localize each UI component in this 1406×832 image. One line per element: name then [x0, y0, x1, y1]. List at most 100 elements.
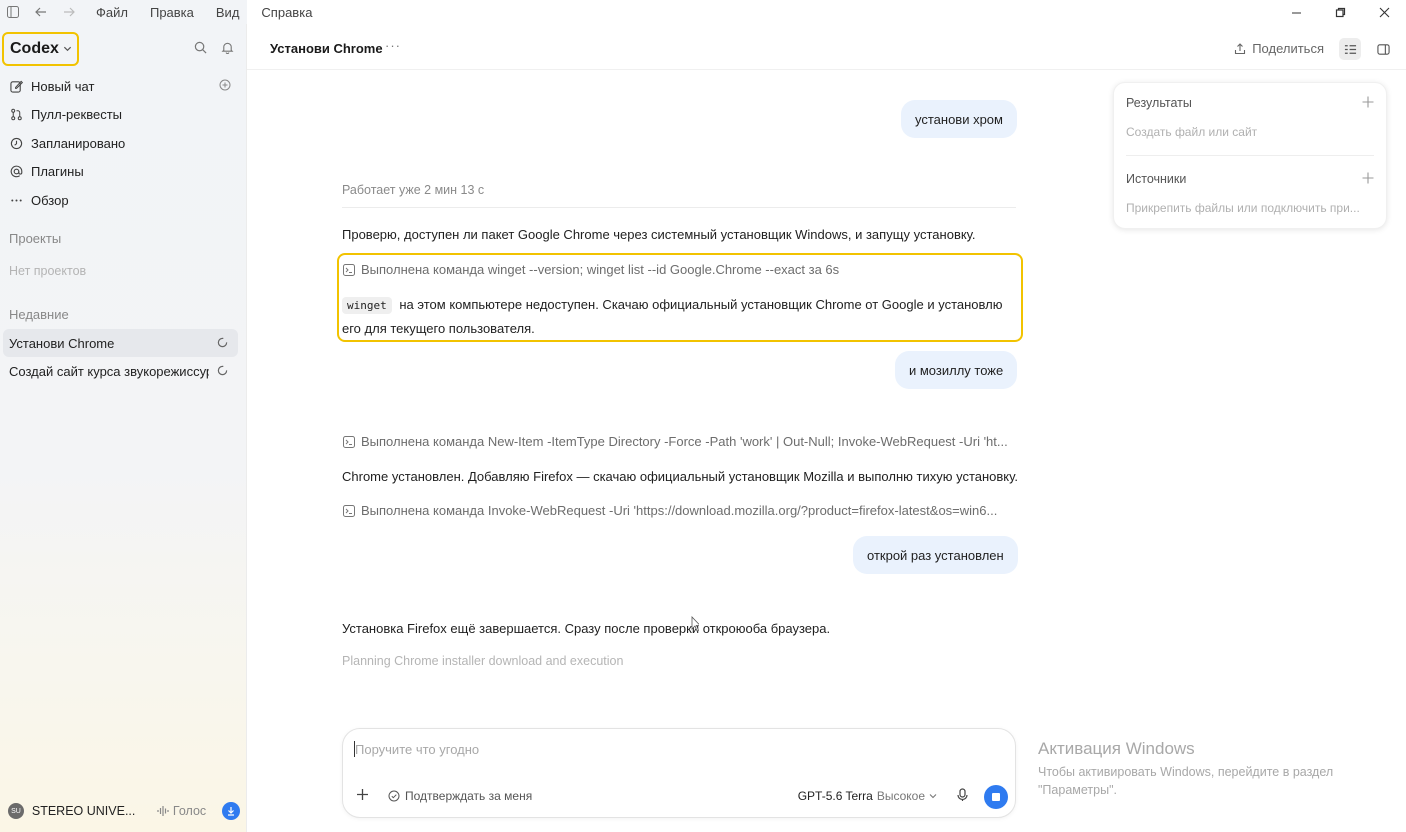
no-projects-text: Нет проектов: [9, 264, 87, 278]
menu-file[interactable]: Файл: [96, 5, 128, 20]
sidebar-item-label: Новый чат: [31, 78, 95, 94]
app-switcher[interactable]: Codex: [2, 32, 79, 66]
user-message: открой раз установлен: [853, 536, 1018, 574]
results-panel: Результаты Создать файл или сайт Источни…: [1113, 82, 1387, 229]
chat-menu-button[interactable]: ···: [385, 38, 401, 53]
activation-watermark-text: Чтобы активировать Windows, перейдите в …: [1038, 763, 1378, 799]
projects-heading: Проекты: [9, 231, 62, 246]
terminal-icon: [343, 263, 355, 276]
sidebar-item-new-chat[interactable]: Новый чат: [0, 72, 247, 101]
microphone-icon[interactable]: [956, 788, 969, 805]
search-icon[interactable]: [194, 41, 207, 57]
panel-icon: [1376, 43, 1390, 55]
sidebar-item-pull-requests[interactable]: Пулл-реквесты: [0, 101, 247, 130]
results-heading: Результаты: [1126, 96, 1192, 110]
sources-heading: Источники: [1126, 172, 1187, 186]
add-source-plus-icon[interactable]: [1362, 172, 1374, 187]
loading-spinner-icon: [217, 365, 228, 376]
sidebar-item-plugins[interactable]: Плагины: [0, 158, 247, 187]
recent-chat-item[interactable]: Установи Chrome: [3, 329, 238, 357]
watermark-line: "Параметры".: [1038, 783, 1117, 797]
watermark-line: Чтобы активировать Windows, перейдите в …: [1038, 765, 1334, 779]
account-name[interactable]: STEREO UNIVE...: [32, 804, 149, 818]
inline-code: winget: [342, 297, 392, 314]
task-panel-toggle[interactable]: [1339, 38, 1361, 60]
stop-button[interactable]: [984, 785, 1008, 809]
command-log[interactable]: Выполнена команда Invoke-WebRequest -Uri…: [343, 503, 997, 518]
page-title: Установи Chrome: [270, 41, 383, 56]
assistant-message: Установка Firefox ещё завершается. Сразу…: [342, 621, 831, 636]
sidebar-toggle-icon[interactable]: [6, 5, 20, 19]
share-label: Поделиться: [1252, 41, 1324, 56]
download-update-button[interactable]: [222, 802, 241, 820]
bell-icon[interactable]: [221, 41, 234, 57]
menu-help[interactable]: Справка: [261, 5, 312, 20]
menu-view[interactable]: Вид: [216, 5, 240, 20]
sidebar-item-scheduled[interactable]: Запланировано: [0, 129, 247, 158]
command-text: Выполнена команда Invoke-WebRequest -Uri…: [361, 503, 998, 518]
list-icon: [1344, 44, 1356, 54]
reasoning-level: Высокое: [876, 789, 925, 803]
minimize-icon[interactable]: [1274, 0, 1318, 24]
plus-circle-icon[interactable]: [219, 79, 231, 94]
clock-icon: [9, 137, 23, 150]
divider: [1126, 155, 1374, 156]
command-text: Выполнена команда winget --version; wing…: [361, 262, 840, 277]
terminal-icon: [343, 435, 355, 448]
chevron-down-icon: [63, 40, 72, 58]
avatar[interactable]: SU: [8, 803, 24, 819]
chat-header: Установи Chrome ··· Поделиться: [247, 24, 1406, 70]
sidebar-item-label: Плагины: [31, 164, 84, 180]
forward-arrow-icon[interactable]: [62, 5, 76, 19]
sidebar: Codex Новый чат Пулл-реквесты Запланиров…: [0, 24, 247, 832]
command-text: Выполнена команда New-Item -ItemType Dir…: [361, 434, 1008, 449]
sidebar-item-label: Обзор: [31, 192, 69, 208]
more-dots-icon: [9, 194, 23, 207]
assistant-message-text: на этом компьютере недоступен. Скачаю оф…: [342, 297, 1003, 336]
user-message: и мозиллу тоже: [895, 351, 1018, 389]
mouse-cursor-icon: [691, 616, 701, 632]
model-name: GPT-5.6 Terra: [797, 789, 873, 803]
terminal-icon: [343, 504, 355, 517]
approve-shield-icon: [388, 790, 400, 802]
model-selector[interactable]: GPT-5.6 Terra Высокое: [798, 789, 937, 803]
assistant-message: Chrome установлен. Добавляю Firefox — ск…: [342, 469, 1018, 484]
brand-name: Codex: [10, 40, 59, 57]
account-bar: SU STEREO UNIVE... Голос: [8, 802, 241, 820]
command-log[interactable]: Выполнена команда New-Item -ItemType Dir…: [343, 434, 1008, 449]
approve-label: Подтверждать за меня: [405, 789, 533, 803]
user-message: установи хром: [901, 100, 1017, 138]
results-hint[interactable]: Создать файл или сайт: [1126, 125, 1257, 139]
prompt-input[interactable]: Поручите что угодно: [355, 742, 479, 757]
add-result-plus-icon[interactable]: [1362, 96, 1374, 111]
sidebar-item-overview[interactable]: Обзор: [0, 186, 247, 215]
activation-watermark-title: Активация Windows: [1038, 739, 1195, 758]
recent-chat-label: Создай сайт курса звукорежиссуры: [9, 363, 209, 379]
restore-icon[interactable]: [1318, 0, 1362, 24]
voice-button[interactable]: Голос: [157, 804, 206, 818]
share-button[interactable]: Поделиться: [1234, 41, 1324, 56]
thinking-status: Planning Chrome installer download and e…: [342, 654, 624, 668]
command-log[interactable]: Выполнена команда winget --version; wing…: [343, 262, 839, 277]
back-arrow-icon[interactable]: [34, 5, 48, 19]
loading-spinner-icon: [217, 337, 228, 348]
plugin-icon: [9, 165, 23, 178]
assistant-message: winget на этом компьютере недоступен. Ск…: [342, 293, 1014, 340]
sidebar-item-label: Пулл-реквесты: [31, 107, 122, 123]
sources-hint[interactable]: Прикрепить файлы или подключить при...: [1126, 201, 1360, 215]
menu-edit[interactable]: Правка: [150, 5, 194, 20]
recent-chat-item[interactable]: Создай сайт курса звукорежиссуры: [3, 357, 238, 385]
sidebar-nav: Новый чат Пулл-реквесты Запланировано Пл…: [0, 72, 247, 215]
side-panel-toggle[interactable]: [1372, 38, 1394, 60]
waveform-icon: [157, 806, 169, 816]
sidebar-item-label: Запланировано: [31, 135, 126, 151]
close-icon[interactable]: [1362, 0, 1406, 24]
attach-plus-icon[interactable]: [356, 788, 369, 804]
working-status: Работает уже 2 мин 13 с: [342, 183, 485, 197]
chevron-down-icon: [929, 794, 937, 799]
divider: [342, 207, 1016, 208]
recent-heading: Недавние: [9, 307, 69, 322]
edit-icon: [9, 80, 23, 93]
auto-approve-toggle[interactable]: Подтверждать за меня: [388, 789, 532, 803]
assistant-message: Проверю, доступен ли пакет Google Chrome…: [342, 227, 976, 242]
